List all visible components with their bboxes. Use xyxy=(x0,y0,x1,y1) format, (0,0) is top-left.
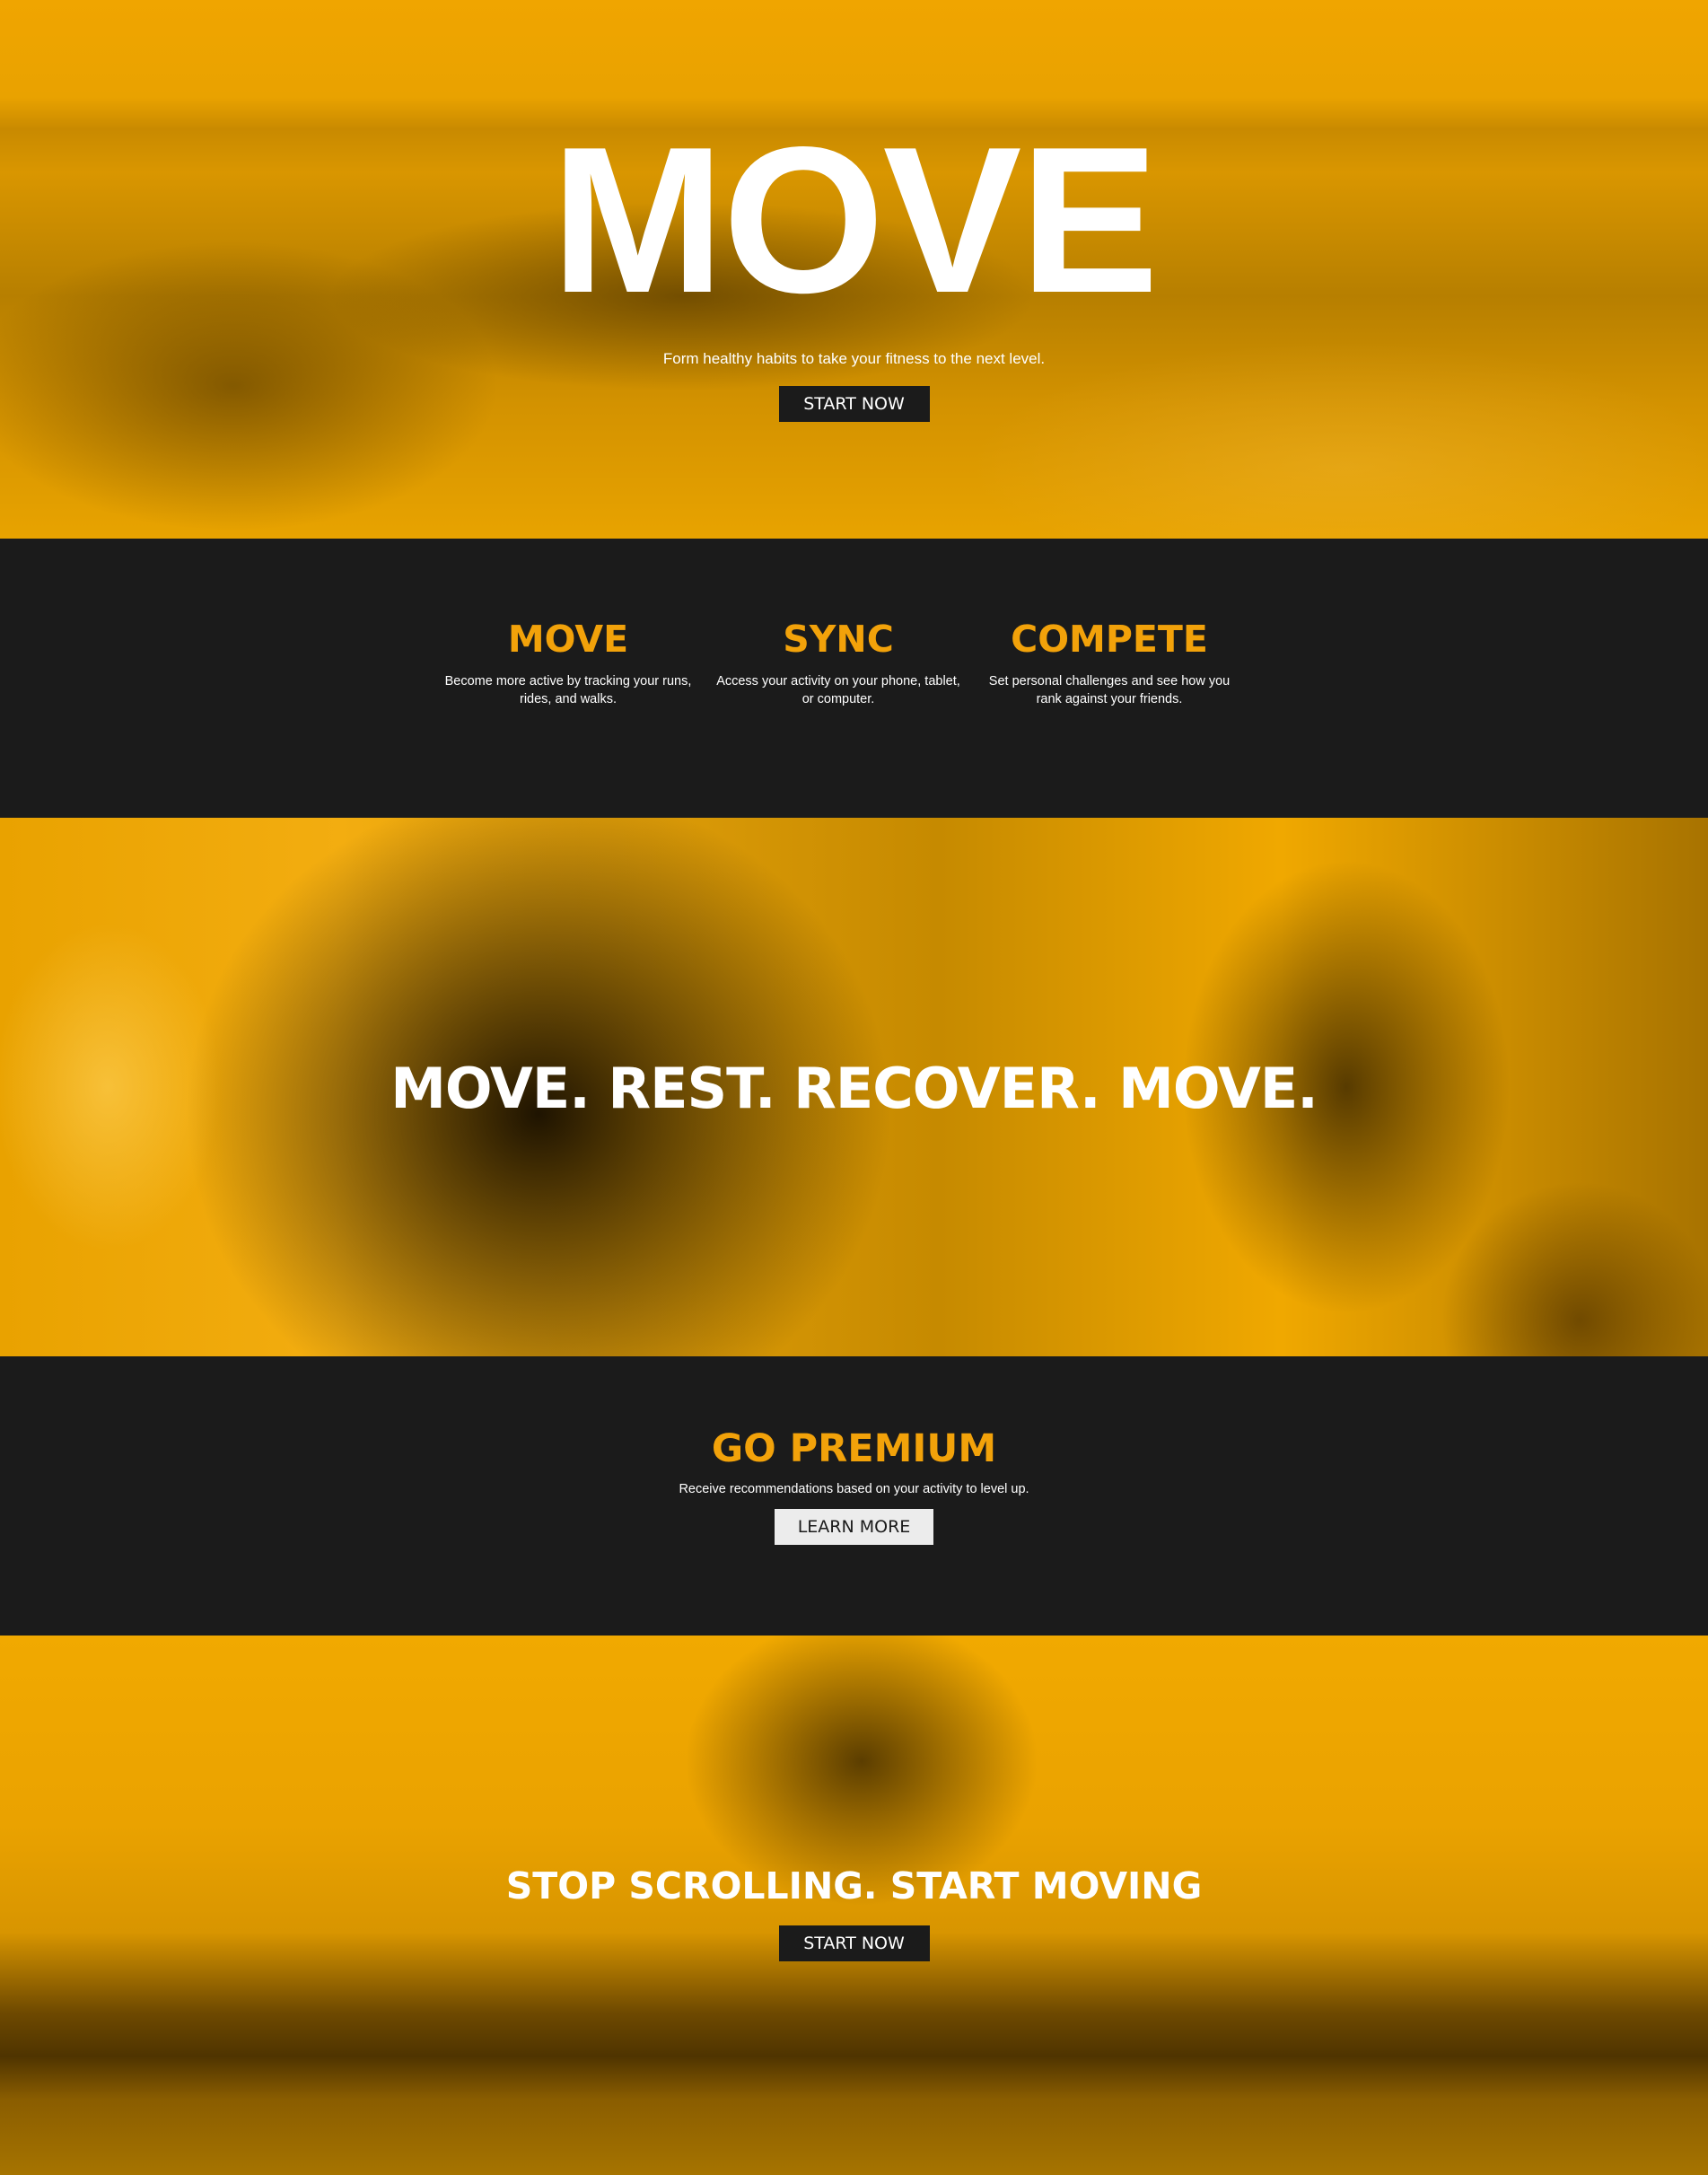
premium-title: GO PREMIUM xyxy=(711,1426,997,1471)
premium-section: GO PREMIUM Receive recommendations based… xyxy=(0,1356,1708,1636)
cta-section: STOP SCROLLING. START MOVING START NOW xyxy=(0,1636,1708,2175)
banner-text: MOVE. REST. RECOVER. MOVE. xyxy=(390,1056,1318,1121)
hero-content: MOVE Form healthy habits to take your fi… xyxy=(0,117,1708,422)
cta-title: STOP SCROLLING. START MOVING xyxy=(505,1864,1203,1908)
feature-title: COMPETE xyxy=(1011,618,1208,661)
hero-section: MOVE Form healthy habits to take your fi… xyxy=(0,0,1708,539)
hero-subtitle: Form healthy habits to take your fitness… xyxy=(662,350,1046,367)
premium-description: Receive recommendations based on your ac… xyxy=(679,1482,1029,1496)
feature-title: SYNC xyxy=(783,618,894,661)
feature-description: Become more active by tracking your runs… xyxy=(444,674,692,707)
learn-more-button[interactable]: LEARN MORE xyxy=(775,1509,933,1545)
feature-description: Access your activity on your phone, tabl… xyxy=(716,674,960,707)
hero-title: MOVE xyxy=(550,104,1159,337)
banner-section: MOVE. REST. RECOVER. MOVE. xyxy=(0,818,1708,1356)
feature-sync: SYNC Access your activity on your phone,… xyxy=(713,618,964,708)
cta-content: STOP SCROLLING. START MOVING START NOW xyxy=(0,1864,1708,1961)
hero-start-now-button[interactable]: START NOW xyxy=(778,386,930,422)
feature-move: MOVE Become more active by tracking your… xyxy=(442,618,694,708)
cta-start-now-button[interactable]: START NOW xyxy=(778,1925,930,1961)
feature-description: Set personal challenges and see how you … xyxy=(988,674,1231,707)
features-section: MOVE Become more active by tracking your… xyxy=(0,539,1708,818)
feature-compete: COMPETE Set personal challenges and see … xyxy=(984,618,1235,708)
feature-title: MOVE xyxy=(507,618,629,661)
